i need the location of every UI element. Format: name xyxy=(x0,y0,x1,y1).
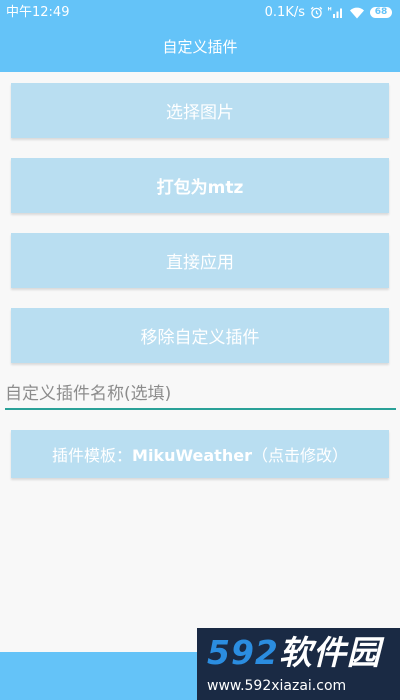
status-time: 中午12:49 xyxy=(6,5,70,20)
status-bar: 中午12:49 0.1K/s 68 xyxy=(0,0,400,25)
battery-icon: 68 xyxy=(370,7,392,18)
select-image-button[interactable]: 选择图片 xyxy=(11,83,389,138)
pack-mtz-button[interactable]: 打包为mtz xyxy=(11,158,389,213)
template-prefix: 插件模板： xyxy=(52,446,133,465)
alarm-icon xyxy=(310,6,323,19)
page-title: 自定义插件 xyxy=(162,38,238,56)
template-name: MikuWeather xyxy=(132,446,252,465)
site-watermark: 592软件园 www.592xiazai.com xyxy=(197,628,400,700)
watermark-logo: 592软件园 xyxy=(207,633,381,673)
app-header: 中午12:49 0.1K/s 68 自定义插件 xyxy=(0,0,400,72)
remove-custom-plugin-button[interactable]: 移除自定义插件 xyxy=(11,308,389,363)
network-speed: 0.1K/s xyxy=(264,5,305,20)
plugin-name-input[interactable] xyxy=(5,380,396,410)
watermark-url: www.592xiazai.com xyxy=(207,678,347,694)
watermark-digits: 592 xyxy=(207,633,279,672)
template-suffix: （点击修改） xyxy=(251,446,348,465)
apply-direct-button[interactable]: 直接应用 xyxy=(11,233,389,288)
hd-signal-icon xyxy=(328,6,344,19)
status-indicators: 0.1K/s 68 xyxy=(265,0,392,25)
watermark-name: 软件园 xyxy=(278,633,381,672)
plugin-template-button[interactable]: 插件模板：MikuWeather（点击修改） xyxy=(11,430,389,478)
wifi-icon xyxy=(349,6,365,19)
